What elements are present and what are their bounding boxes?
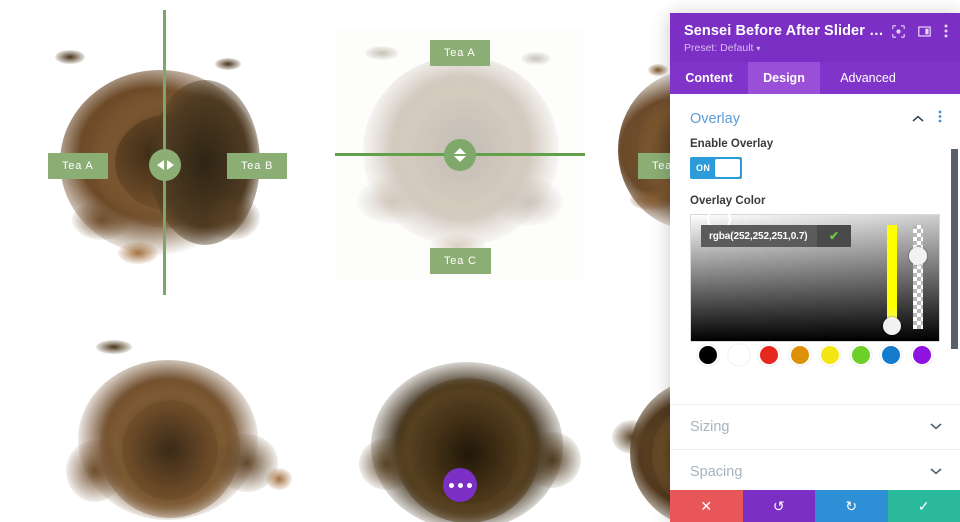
layout-columns-icon[interactable] bbox=[918, 25, 931, 38]
tab-content[interactable]: Content bbox=[670, 62, 748, 94]
overlay-section-menu-icon[interactable] bbox=[938, 110, 942, 128]
color-value-input[interactable]: rgba(252,252,251,0.7) bbox=[701, 231, 817, 242]
close-button[interactable]: ✕ bbox=[670, 490, 743, 522]
overlay-section-header[interactable]: Overlay bbox=[670, 94, 960, 136]
ellipsis-dot-3 bbox=[466, 482, 472, 488]
overlay-color-label: Overlay Color bbox=[690, 195, 766, 207]
accordion-sizing-label: Sizing bbox=[690, 419, 730, 435]
before-after-slider-vertical[interactable]: Tea A Tea B bbox=[0, 10, 333, 295]
panel-title: Sensei Before After Slider Set... bbox=[684, 23, 884, 39]
overlay-section-title: Overlay bbox=[690, 111, 740, 127]
overlay-color-field: Overlay Color bbox=[670, 179, 960, 207]
undo-button[interactable]: ↺ bbox=[742, 490, 815, 522]
alpha-slider-thumb[interactable] bbox=[909, 247, 927, 265]
arrow-up-icon bbox=[454, 148, 466, 154]
more-vertical-icon[interactable] bbox=[944, 24, 948, 38]
tea-image-bottom-left[interactable] bbox=[0, 330, 340, 522]
panel-tabs: Content Design Advanced bbox=[670, 62, 960, 94]
chevron-down-icon bbox=[930, 421, 942, 433]
enable-overlay-field: Enable Overlay ON bbox=[670, 136, 960, 179]
color-swatch-row bbox=[691, 344, 939, 366]
panel-scrollbar[interactable] bbox=[951, 94, 958, 490]
toggle-state-label: ON bbox=[696, 163, 711, 173]
slider-handle-horizontal-drag[interactable] bbox=[149, 149, 181, 181]
swatch-purple[interactable] bbox=[910, 344, 933, 366]
arrow-down-icon bbox=[454, 156, 466, 162]
slider-handle-vertical-drag[interactable] bbox=[444, 139, 476, 171]
slider-label-bottom: Tea C bbox=[430, 248, 491, 274]
panel-header: Sensei Before After Slider Set... Preset… bbox=[670, 13, 960, 62]
arrow-left-icon bbox=[156, 160, 164, 170]
accordion-spacing-label: Spacing bbox=[690, 464, 743, 480]
accordion-sizing[interactable]: Sizing bbox=[670, 405, 960, 450]
hue-slider-thumb[interactable] bbox=[883, 317, 901, 335]
redo-button[interactable]: ↻ bbox=[815, 490, 888, 522]
panel-body: Overlay Enable Overlay ON Overlay Color … bbox=[670, 94, 960, 490]
tea-image-bottom-middle[interactable] bbox=[345, 352, 590, 522]
enable-overlay-toggle[interactable]: ON bbox=[690, 157, 742, 179]
ellipsis-dot-1 bbox=[448, 482, 454, 488]
preset-selector[interactable]: Preset: Default ▾ bbox=[684, 42, 948, 54]
swatch-black[interactable] bbox=[697, 344, 719, 366]
color-confirm-check-icon[interactable]: ✔ bbox=[817, 225, 851, 247]
tab-design[interactable]: Design bbox=[748, 62, 820, 94]
panel-footer-actions: ✕ ↺ ↻ ✓ bbox=[670, 490, 960, 522]
module-settings-panel: Sensei Before After Slider Set... Preset… bbox=[670, 13, 960, 522]
swatch-orange[interactable] bbox=[788, 344, 811, 366]
floating-options-button[interactable] bbox=[443, 468, 477, 502]
preset-label: Preset: Default bbox=[684, 42, 754, 54]
swatch-blue[interactable] bbox=[880, 344, 903, 366]
panel-scrollbar-thumb[interactable] bbox=[951, 149, 958, 349]
arrow-right-icon bbox=[166, 160, 174, 170]
color-picker-saturation-area[interactable]: rgba(252,252,251,0.7) ✔ bbox=[690, 207, 940, 366]
tab-advanced[interactable]: Advanced bbox=[820, 62, 916, 94]
enable-overlay-label: Enable Overlay bbox=[690, 138, 774, 150]
before-after-slider-horizontal[interactable]: Tea A Tea C bbox=[335, 28, 585, 280]
save-button[interactable]: ✓ bbox=[887, 490, 960, 522]
chevron-down-icon bbox=[930, 466, 942, 478]
slider-label-after: Tea B bbox=[227, 153, 288, 179]
accordion-list: Sizing Spacing bbox=[670, 404, 960, 490]
accordion-spacing[interactable]: Spacing bbox=[670, 450, 960, 490]
swatch-green[interactable] bbox=[849, 344, 872, 366]
screen: Tea A Tea B Tea A Tea C Tea Sensei Befor… bbox=[0, 0, 960, 522]
tea-pile-image-bottom-left bbox=[0, 330, 340, 522]
swatch-red[interactable] bbox=[758, 344, 781, 366]
swatch-yellow[interactable] bbox=[819, 344, 842, 366]
focus-target-icon[interactable] bbox=[892, 24, 905, 38]
ellipsis-dot-2 bbox=[457, 482, 463, 488]
slider-label-before: Tea A bbox=[48, 153, 108, 179]
alpha-slider[interactable] bbox=[909, 225, 927, 329]
chevron-up-icon[interactable] bbox=[912, 110, 924, 128]
chevron-down-icon: ▾ bbox=[756, 44, 761, 53]
color-value-box: rgba(252,252,251,0.7) ✔ bbox=[701, 225, 851, 247]
toggle-knob bbox=[715, 159, 740, 177]
slider-label-top: Tea A bbox=[430, 40, 490, 66]
swatch-white[interactable] bbox=[727, 344, 750, 366]
hue-slider[interactable] bbox=[883, 225, 901, 335]
